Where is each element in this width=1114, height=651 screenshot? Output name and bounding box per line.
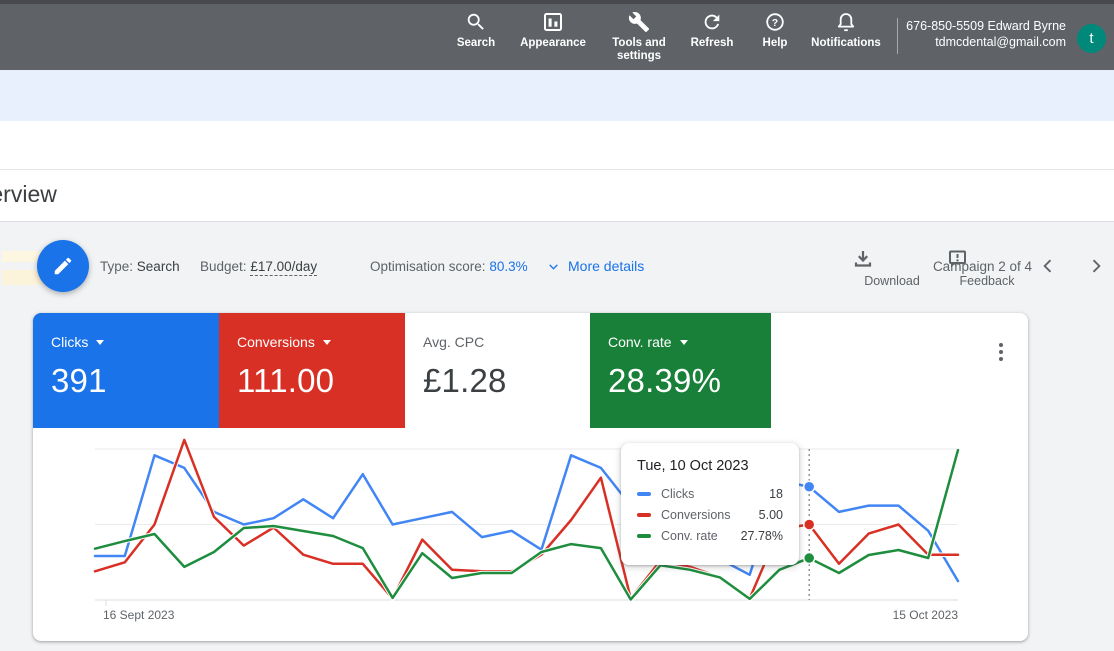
legend-dash-conv-rate <box>637 534 651 538</box>
nav-tools-settings-label: Tools and settings <box>602 37 676 63</box>
type-value: Search <box>137 259 180 274</box>
legend-dash-clicks <box>637 492 651 496</box>
scorecard-avg-cpc-label: Avg. CPC <box>423 334 484 350</box>
feedback-button[interactable]: Feedback <box>947 248 1027 288</box>
overview-header-row: Overview Last 30 days 16 Sept - 15 Oct 2… <box>0 170 1114 222</box>
tooltip-conversions-value: 5.00 <box>759 508 783 522</box>
budget-label: Budget: <box>200 259 247 274</box>
scorecard-conv-rate-value: 28.39% <box>608 362 771 400</box>
appearance-icon <box>508 10 598 34</box>
x-axis-end-label: 15 Oct 2023 <box>838 608 958 622</box>
page-title: Overview <box>0 181 57 208</box>
nav-refresh[interactable]: Refresh <box>672 10 752 50</box>
series-halo <box>95 440 958 599</box>
scorecard-clicks-label: Clicks <box>51 334 88 350</box>
edit-fab-button[interactable] <box>37 240 89 292</box>
feedback-label: Feedback <box>947 274 1027 288</box>
account-id: 676-850-5509 Edward Byrne <box>906 18 1066 34</box>
highlight-dot-conversions <box>804 519 815 530</box>
nav-notifications[interactable]: Notifications <box>796 10 896 50</box>
tooltip-row: Clicks 18 <box>637 487 783 501</box>
download-icon <box>852 248 932 270</box>
nav-tools-settings[interactable]: Tools and settings <box>602 10 676 63</box>
nav-appearance[interactable]: Appearance <box>508 10 598 50</box>
optimisation-value[interactable]: 80.3% <box>489 259 527 274</box>
highlight-dot-conv-rate <box>804 553 815 564</box>
refresh-icon <box>672 10 752 34</box>
series-line-conversions <box>95 440 958 599</box>
series-line-conv-rate <box>95 450 958 599</box>
tooltip-row: Conv. rate 27.78% <box>637 529 783 543</box>
more-details-button[interactable]: More details <box>547 258 644 274</box>
caret-down-icon <box>680 340 688 345</box>
nav-appearance-label: Appearance <box>508 37 598 50</box>
series-line-clicks <box>95 455 958 581</box>
overview-chart-card: Clicks 391 Conversions 111.00 Avg. CPC £… <box>33 313 1028 641</box>
tooltip-conv-rate-value: 27.78% <box>741 529 783 543</box>
card-overflow-menu-button[interactable] <box>989 340 1013 364</box>
tooltip-date: Tue, 10 Oct 2023 <box>637 458 783 474</box>
optimisation-score: Optimisation score: 80.3% <box>370 259 528 274</box>
optimisation-label: Optimisation score: <box>370 259 486 274</box>
account-info[interactable]: 676-850-5509 Edward Byrne tdmcdental@gma… <box>906 18 1066 50</box>
nav-search-label: Search <box>436 37 516 50</box>
more-details-label: More details <box>568 258 644 274</box>
new-design-banner: e Ads design. Switch to the new design t… <box>0 70 1114 121</box>
wrench-icon <box>602 10 676 34</box>
scorecard-conv-rate[interactable]: Conv. rate 28.39% <box>590 313 771 428</box>
type-label: Type: <box>100 259 133 274</box>
chevron-down-icon <box>547 260 560 273</box>
pencil-icon <box>52 255 74 277</box>
nav-notifications-label: Notifications <box>796 37 896 50</box>
caret-down-icon <box>323 340 331 345</box>
scorecard-clicks-value: 391 <box>51 362 219 400</box>
tooltip-conversions-label: Conversions <box>661 508 759 522</box>
x-axis-start-label: 16 Sept 2023 <box>103 608 174 622</box>
caret-down-icon <box>96 340 104 345</box>
bell-icon <box>796 10 896 34</box>
previous-campaign-button[interactable] <box>1038 256 1058 276</box>
account-email: tdmcdental@gmail.com <box>906 34 1066 50</box>
scorecard-avg-cpc[interactable]: Avg. CPC £1.28 <box>405 313 590 428</box>
feedback-icon <box>947 248 1027 270</box>
nav-search[interactable]: Search <box>436 10 516 50</box>
tooltip-clicks-label: Clicks <box>661 487 769 501</box>
campaign-budget: Budget: £17.00/day <box>200 259 317 274</box>
nav-refresh-label: Refresh <box>672 37 752 50</box>
legend-dash-conversions <box>637 513 651 517</box>
tooltip-clicks-value: 18 <box>769 487 783 501</box>
scorecard-clicks[interactable]: Clicks 391 <box>33 313 219 428</box>
topbar-top-strip <box>0 0 1114 4</box>
highlight-dot-clicks <box>804 481 815 492</box>
tooltip-conv-rate-label: Conv. rate <box>661 529 741 543</box>
campaign-info-bar: Type: Search Budget: £17.00/day Optimisa… <box>0 121 1114 170</box>
scorecard-conversions-label: Conversions <box>237 334 315 350</box>
svg-text:?: ? <box>772 17 778 29</box>
budget-value[interactable]: £17.00/day <box>250 259 317 276</box>
scorecard-avg-cpc-value: £1.28 <box>423 362 590 400</box>
chart-tooltip: Tue, 10 Oct 2023 Clicks 18 Conversions 5… <box>621 443 799 565</box>
series-halo <box>95 455 958 581</box>
scorecard-conversions[interactable]: Conversions 111.00 <box>219 313 405 428</box>
scorecard-conversions-value: 111.00 <box>237 362 405 400</box>
series-halo <box>95 450 958 599</box>
download-label: Download <box>852 274 932 288</box>
tooltip-row: Conversions 5.00 <box>637 508 783 522</box>
search-icon <box>436 10 516 34</box>
avatar-letter: t <box>1089 30 1093 47</box>
google-ads-app: Search Appearance Tools and settings Ref… <box>0 0 1114 651</box>
next-campaign-button[interactable] <box>1086 256 1106 276</box>
download-button[interactable]: Download <box>852 248 932 288</box>
top-app-bar: Search Appearance Tools and settings Ref… <box>0 0 1114 70</box>
avatar[interactable]: t <box>1077 24 1106 53</box>
scorecard-conv-rate-label: Conv. rate <box>608 334 672 350</box>
topbar-divider <box>897 18 898 54</box>
campaign-type: Type: Search <box>100 259 180 274</box>
